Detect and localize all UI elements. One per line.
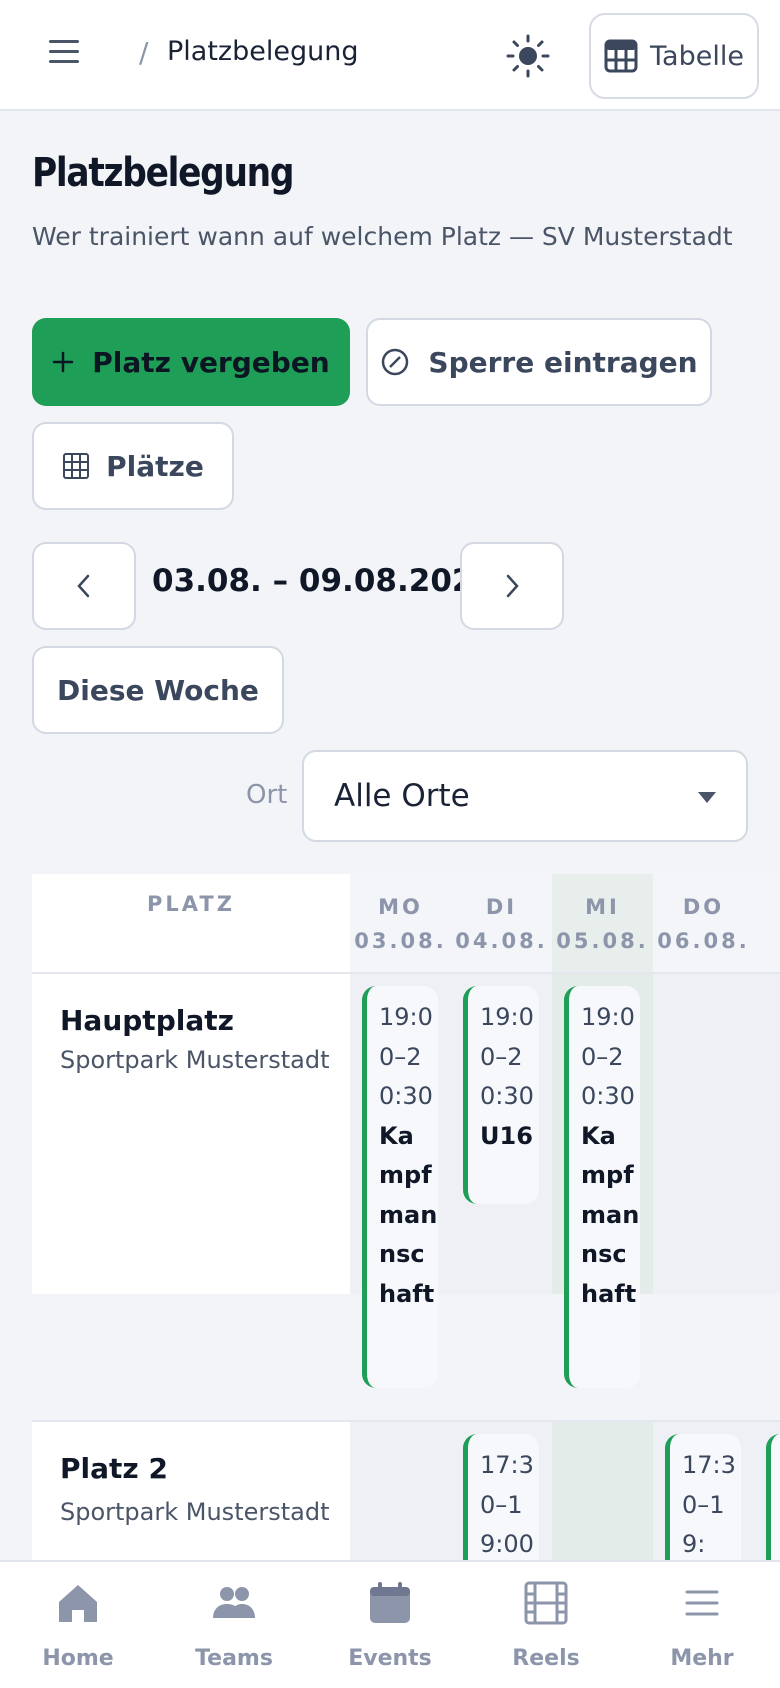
table-icon xyxy=(604,39,638,73)
field-row-header: Hauptplatz Sportpark Musterstadt xyxy=(32,974,350,1294)
breadcrumb: Platzbelegung xyxy=(167,36,359,67)
booking-team: Kampfmannschaft xyxy=(379,1121,438,1308)
field-location: Sportpark Musterstadt xyxy=(60,1046,330,1074)
week-range: 03.08. – 09.08.2026 xyxy=(152,563,496,599)
column-header-day: DI 04.08. xyxy=(451,874,552,972)
nav-more[interactable]: Mehr xyxy=(624,1562,780,1688)
sun-icon[interactable] xyxy=(502,30,554,82)
location-select-value: Alle Orte xyxy=(334,778,470,814)
nav-home-label: Home xyxy=(42,1646,114,1671)
day-cell-today[interactable] xyxy=(552,1422,653,1564)
booking-card[interactable]: 19:00–20:30 Kampfmannschaft xyxy=(564,986,640,1388)
nav-reels-label: Reels xyxy=(512,1646,580,1671)
booking-time: 19:00–20:30 xyxy=(379,1003,433,1110)
fields-button[interactable]: Plätze xyxy=(32,422,234,510)
day-cell[interactable] xyxy=(754,974,780,1294)
breadcrumb-separator: / xyxy=(139,36,149,69)
chevron-right-icon xyxy=(506,574,519,598)
grid-icon xyxy=(63,453,90,479)
menu-icon[interactable] xyxy=(44,36,84,72)
table-view-button[interactable]: Tabelle xyxy=(589,13,759,99)
film-icon xyxy=(524,1581,568,1625)
booking-card[interactable]: 17:30–19: xyxy=(665,1434,741,1564)
this-week-button[interactable]: Diese Woche xyxy=(32,646,284,734)
column-header-platz: PLATZ xyxy=(32,874,350,972)
column-header-day: MO 03.08. xyxy=(350,874,451,972)
home-icon xyxy=(59,1585,97,1622)
booking-time: 17:30–19:00 xyxy=(480,1451,534,1558)
chevron-left-icon xyxy=(77,574,90,598)
booking-card[interactable]: 19:00–20:30 Kampfmannschaft xyxy=(362,986,438,1388)
day-cell[interactable] xyxy=(350,1422,451,1564)
location-select[interactable]: Alle Orte xyxy=(302,750,748,842)
nav-home[interactable]: Home xyxy=(0,1562,156,1688)
bottom-navigation: Home Teams Events Reels Mehr xyxy=(0,1560,780,1688)
nav-more-label: Mehr xyxy=(670,1646,734,1671)
fields-label: Plätze xyxy=(106,449,204,483)
previous-week-button[interactable] xyxy=(32,542,136,630)
add-block-label: Sperre eintragen xyxy=(428,345,698,379)
booking-team: U16 xyxy=(480,1121,533,1150)
field-location: Sportpark Musterstadt xyxy=(60,1498,330,1526)
booking-team: Kampfmannschaft xyxy=(581,1121,640,1308)
column-header-day: F0 xyxy=(754,874,780,972)
menu-icon xyxy=(685,1590,719,1616)
assign-field-button[interactable]: Platz vergeben xyxy=(32,318,350,406)
assign-field-label: Platz vergeben xyxy=(92,345,330,379)
field-row-header: Platz 2 Sportpark Musterstadt xyxy=(32,1422,350,1564)
booking-time: 19:00–20:30 xyxy=(480,1003,534,1110)
block-icon xyxy=(382,348,409,376)
calendar-icon xyxy=(370,1582,410,1623)
nav-events-label: Events xyxy=(348,1646,432,1671)
top-bar: / Platzbelegung Tabelle xyxy=(0,0,780,111)
booking-card[interactable] xyxy=(766,1434,780,1564)
field-name: Hauptplatz xyxy=(60,1004,234,1037)
column-header-day-today: MI 05.08. xyxy=(552,874,653,972)
booking-time: 19:00–20:30 xyxy=(581,1003,635,1110)
table-view-label: Tabelle xyxy=(650,40,744,72)
caret-down-icon xyxy=(698,792,716,803)
teams-icon xyxy=(213,1587,255,1618)
page-subtitle: Wer trainiert wann auf welchem Platz — S… xyxy=(32,222,733,251)
field-name: Platz 2 xyxy=(60,1452,168,1485)
next-week-button[interactable] xyxy=(460,542,564,630)
column-header-day: DO 06.08. xyxy=(653,874,754,972)
booking-card[interactable]: 19:00–20:30 U16 xyxy=(463,986,539,1204)
add-block-button[interactable]: Sperre eintragen xyxy=(366,318,712,406)
schedule-grid: PLATZ MO 03.08. DI 04.08. MI 05.08. DO 06.08… xyxy=(32,874,780,1564)
plus-icon xyxy=(53,351,74,373)
nav-teams-label: Teams xyxy=(195,1646,273,1671)
nav-teams[interactable]: Teams xyxy=(156,1562,312,1688)
day-cell[interactable] xyxy=(653,974,754,1294)
nav-reels[interactable]: Reels xyxy=(468,1562,624,1688)
location-filter-label: Ort xyxy=(246,780,288,810)
booking-card[interactable]: 17:30–19:00 xyxy=(463,1434,539,1564)
page-title: Platzbelegung xyxy=(32,150,295,196)
nav-events[interactable]: Events xyxy=(312,1562,468,1688)
booking-time: 17:30–19: xyxy=(682,1451,736,1558)
